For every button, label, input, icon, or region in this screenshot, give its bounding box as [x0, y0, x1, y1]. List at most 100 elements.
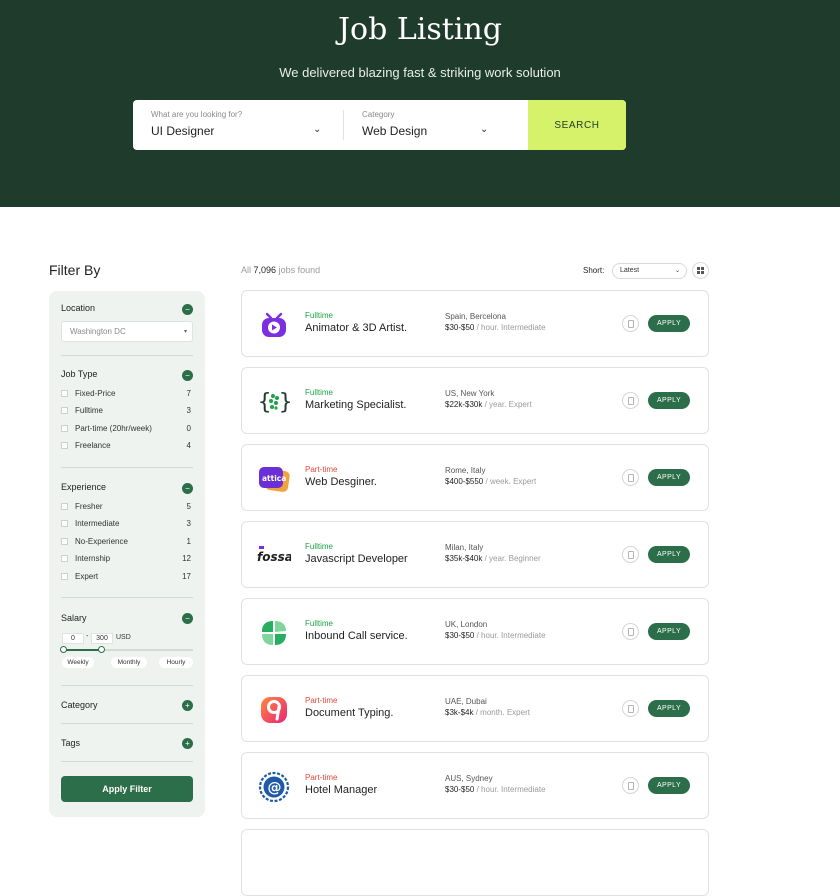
page-title: Job Listing — [338, 12, 502, 47]
logo-text: attica — [262, 474, 286, 483]
bookmark-icon — [627, 319, 634, 328]
location-title: Location — [61, 303, 96, 313]
apply-button[interactable]: APPLY — [648, 700, 690, 717]
keyword-field[interactable]: What are you looking for? UI Designer ⌄ — [151, 100, 331, 150]
collapse-job-type-icon[interactable]: − — [182, 370, 193, 381]
salary-max-input[interactable]: 300 — [91, 633, 113, 644]
checkbox[interactable] — [61, 503, 68, 510]
divider — [61, 685, 193, 686]
experience-option[interactable]: No-Experience 1 — [61, 536, 193, 548]
apply-button[interactable]: APPLY — [648, 469, 690, 486]
sort-label: Short: — [583, 266, 605, 275]
job-card[interactable]: {} Fulltime Marketing Specialist. US, New Y… — [241, 367, 709, 434]
divider — [61, 723, 193, 724]
job-salary: $30-$50 / hour. Intermediate — [445, 323, 546, 332]
experience-option[interactable]: Expert 17 — [61, 571, 193, 583]
bookmark-button[interactable] — [622, 546, 639, 563]
category-title: Category — [61, 700, 98, 710]
job-type-option[interactable]: Fixed-Price 7 — [61, 388, 193, 400]
period-monthly[interactable]: Monthly — [111, 657, 147, 668]
bookmark-icon — [627, 396, 634, 405]
job-card[interactable]: Fulltime Inbound Call service. UK, London $… — [241, 598, 709, 665]
job-card[interactable]: fossa Fulltime Javascript Developer Milan, … — [241, 521, 709, 588]
chevron-down-icon: ⌄ — [674, 268, 680, 274]
experience-option[interactable]: Internship 12 — [61, 553, 193, 565]
job-title[interactable]: Marketing Specialist. — [305, 399, 407, 411]
job-card[interactable]: Fulltime Animator & 3D Artist. Spain, Berc… — [241, 290, 709, 357]
collapse-location-icon[interactable]: − — [182, 304, 193, 315]
salary-title: Salary — [61, 613, 87, 623]
bookmark-icon — [627, 627, 634, 636]
job-card[interactable]: Part-time Document Typing. UAE, Dubai $3k-$… — [241, 675, 709, 742]
bookmark-button[interactable] — [622, 777, 639, 794]
job-title[interactable]: Web Desginer. — [305, 476, 377, 488]
bookmark-button[interactable] — [622, 623, 639, 640]
divider — [61, 761, 193, 762]
results-count: All 7,096 jobs found — [241, 265, 321, 275]
job-type-option[interactable]: Freelance 4 — [61, 440, 193, 452]
job-type-option[interactable]: Part-time (20hr/week) 0 — [61, 423, 193, 435]
apply-filter-button[interactable]: Apply Filter — [61, 776, 193, 802]
job-card[interactable] — [241, 829, 709, 896]
job-title[interactable]: Animator & 3D Artist. — [305, 322, 407, 334]
period-weekly[interactable]: Weekly — [62, 657, 94, 668]
checkbox[interactable] — [61, 520, 68, 527]
checkbox[interactable] — [61, 390, 68, 397]
expand-category-icon[interactable]: + — [182, 700, 193, 711]
job-salary: $35k-$40k / year. Beginner — [445, 554, 541, 563]
grid-view-button[interactable] — [692, 262, 709, 279]
job-title[interactable]: Hotel Manager — [305, 784, 377, 796]
divider — [61, 467, 193, 468]
checkbox[interactable] — [61, 555, 68, 562]
checkbox[interactable] — [61, 442, 68, 449]
bookmark-button[interactable] — [622, 315, 639, 332]
grid-icon — [697, 267, 704, 274]
checkbox[interactable] — [61, 538, 68, 545]
salary-min-handle[interactable] — [60, 646, 67, 653]
apply-button[interactable]: APPLY — [648, 546, 690, 563]
apply-button[interactable]: APPLY — [648, 392, 690, 409]
bookmark-button[interactable] — [622, 392, 639, 409]
job-type-option[interactable]: Fulltime 3 — [61, 405, 193, 417]
category-label: Category — [362, 110, 395, 119]
apply-button[interactable]: APPLY — [648, 623, 690, 640]
collapse-salary-icon[interactable]: − — [182, 613, 193, 624]
job-title[interactable]: Javascript Developer — [305, 553, 408, 565]
apply-button[interactable]: APPLY — [648, 777, 690, 794]
slack-dots-icon: {} — [256, 384, 292, 420]
attica-icon: attica — [256, 461, 292, 497]
job-location: AUS, Sydney — [445, 774, 493, 783]
category-field[interactable]: Category Web Design ⌄ — [362, 100, 502, 150]
salary-max-handle[interactable] — [97, 646, 105, 653]
divider — [61, 355, 193, 356]
checkbox[interactable] — [61, 407, 68, 414]
sort-select[interactable]: Latest ⌄ — [612, 263, 687, 279]
salary-min-input[interactable]: 0 — [62, 633, 84, 644]
search-divider — [343, 110, 344, 140]
job-location: Milan, Italy — [445, 543, 484, 552]
experience-option[interactable]: Intermediate 3 — [61, 518, 193, 530]
salary-unit: USD — [116, 634, 131, 641]
period-hourly[interactable]: Hourly — [159, 657, 193, 668]
experience-option[interactable]: Fresher 5 — [61, 501, 193, 513]
expand-tags-icon[interactable]: + — [182, 738, 193, 749]
location-select[interactable]: Washington DC ▾ — [61, 321, 193, 342]
checkbox[interactable] — [61, 573, 68, 580]
location-value: Washington DC — [70, 327, 126, 336]
hero-banner: Job Listing We delivered blazing fast & … — [0, 0, 840, 207]
job-location: Spain, Bercelona — [445, 312, 506, 321]
job-title[interactable]: Document Typing. — [305, 707, 393, 719]
job-salary: $30-$50 / hour. Intermediate — [445, 631, 546, 640]
at-seal-icon: @ — [256, 769, 292, 805]
job-card[interactable]: attica Part-time Web Desginer. Rome, Italy $… — [241, 444, 709, 511]
search-button[interactable]: SEARCH — [528, 100, 626, 150]
job-location: Rome, Italy — [445, 466, 486, 475]
checkbox[interactable] — [61, 425, 68, 432]
bookmark-button[interactable] — [622, 469, 639, 486]
job-card[interactable]: @ Part-time Hotel Manager AUS, Sydney $30-$5… — [241, 752, 709, 819]
job-title[interactable]: Inbound Call service. — [305, 630, 408, 642]
bookmark-button[interactable] — [622, 700, 639, 717]
collapse-experience-icon[interactable]: − — [182, 483, 193, 494]
apply-button[interactable]: APPLY — [648, 315, 690, 332]
chevron-down-icon: ⌄ — [480, 124, 489, 135]
